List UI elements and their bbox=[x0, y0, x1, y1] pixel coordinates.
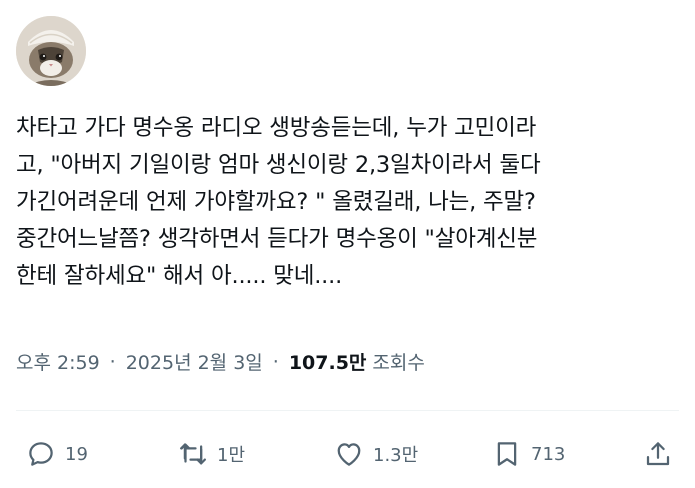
tweet-meta: 오후 2:59 · 2025년 2월 3일 · 107.5만 조회수 bbox=[16, 348, 425, 375]
bookmark-icon bbox=[497, 442, 517, 466]
action-bar: 19 1만 1.3만 713 bbox=[0, 432, 695, 476]
views-count[interactable]: 107.5만 bbox=[289, 348, 367, 375]
reply-icon bbox=[29, 442, 53, 466]
like-button[interactable]: 1.3만 bbox=[334, 432, 418, 476]
heart-icon bbox=[337, 443, 361, 466]
reply-count: 19 bbox=[65, 443, 88, 465]
tweet-time[interactable]: 오후 2:59 bbox=[16, 348, 100, 375]
retweet-button[interactable]: 1만 bbox=[178, 432, 245, 476]
share-button[interactable] bbox=[643, 432, 673, 476]
reply-button[interactable]: 19 bbox=[26, 432, 88, 476]
tweet: 차타고 가다 명수옹 라디오 생방송듣는데, 누가 고민이라 고, "아버지 기… bbox=[0, 0, 695, 488]
retweet-count: 1만 bbox=[217, 445, 246, 466]
like-count: 1.3만 bbox=[373, 445, 419, 466]
tweet-text: 차타고 가다 명수옹 라디오 생방송듣는데, 누가 고민이라 고, "아버지 기… bbox=[16, 110, 686, 295]
tweet-text-line: 고, "아버지 기일이랑 엄마 생신이랑 2,3일차이라서 둘다 bbox=[16, 152, 541, 178]
avatar[interactable] bbox=[16, 16, 86, 86]
retweet-icon bbox=[180, 443, 206, 465]
tweet-text-line: 한테 잘하세요" 해서 아..... 맞네.... bbox=[16, 263, 343, 289]
tweet-text-line: 중간어느날쯤? 생각하면서 듣다가 명수옹이 "살아계신분 bbox=[16, 226, 538, 252]
bookmark-count: 713 bbox=[531, 443, 566, 465]
meta-separator: · bbox=[109, 350, 116, 373]
tweet-text-line: 차타고 가다 명수옹 라디오 생방송듣는데, 누가 고민이라 bbox=[16, 115, 537, 141]
tweet-text-line: 가긴어려운데 언제 가야할까요? " 올렸길래, 나는, 주말? bbox=[16, 189, 536, 215]
meta-separator: · bbox=[272, 350, 279, 373]
views-label: 조회수 bbox=[372, 352, 425, 374]
divider bbox=[16, 410, 679, 411]
tweet-date[interactable]: 2025년 2월 3일 bbox=[126, 348, 263, 375]
bookmark-button[interactable]: 713 bbox=[492, 432, 565, 476]
share-icon bbox=[646, 442, 670, 466]
cat-avatar-image bbox=[16, 16, 86, 86]
